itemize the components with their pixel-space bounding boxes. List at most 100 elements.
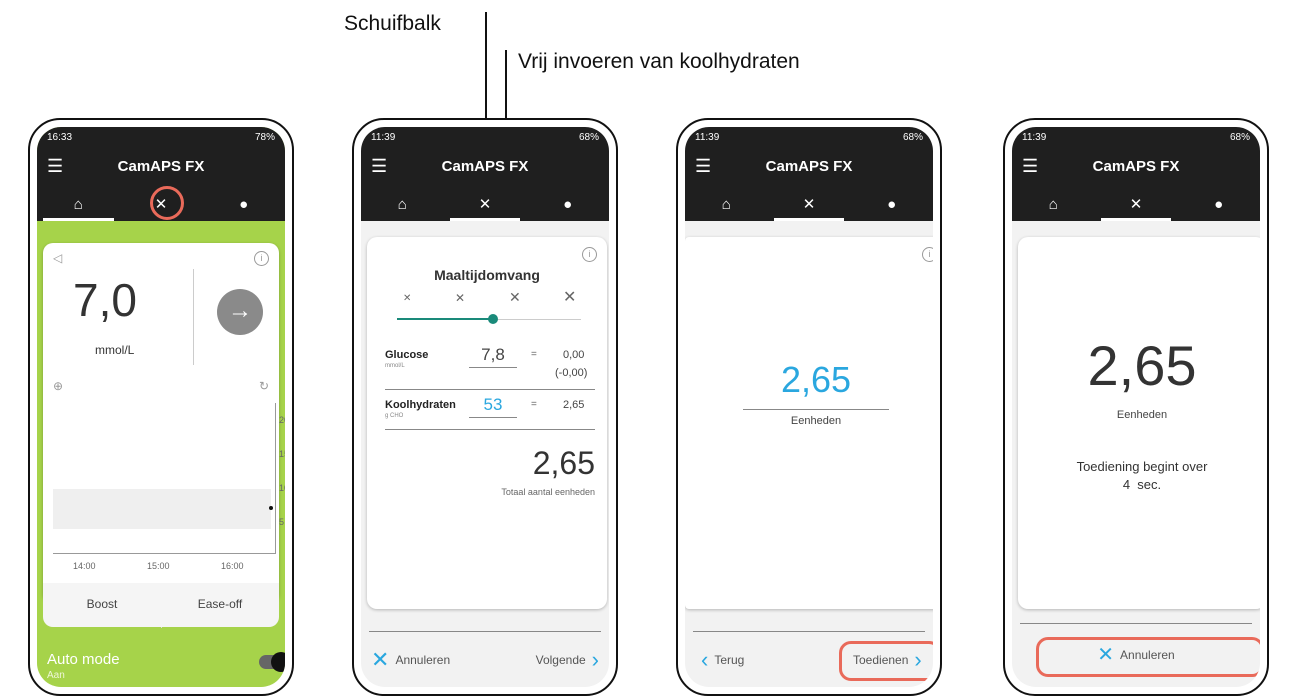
carbs-input[interactable]: 53 bbox=[471, 395, 515, 415]
glucose-input[interactable]: 7,8 bbox=[471, 345, 515, 365]
tab-meal[interactable]: ✕ bbox=[768, 187, 851, 221]
glucose-unit: mmol/L bbox=[95, 343, 135, 357]
units-label: Eenheden bbox=[1116, 409, 1168, 421]
drop-icon: ● bbox=[563, 195, 573, 213]
equals-sign: = bbox=[531, 349, 537, 360]
meal-size-m-icon[interactable]: ✕ bbox=[509, 289, 521, 306]
tab-meal[interactable]: ✕ bbox=[444, 187, 527, 221]
info-icon[interactable]: i bbox=[582, 247, 597, 262]
slider-fill bbox=[397, 318, 493, 320]
app-bar: ☰ CamAPS FX bbox=[685, 147, 933, 187]
meal-size-s-icon[interactable]: ✕ bbox=[455, 291, 465, 305]
status-bar: 11:39 68% bbox=[361, 127, 609, 147]
glucose-chart: 20 15 10 5 14:00 15:00 16:00 bbox=[53, 403, 285, 571]
fork-knife-icon: ✕ bbox=[478, 196, 492, 213]
tab-bar: ⌂ ✕ ● bbox=[361, 187, 609, 221]
tab-home[interactable]: ⌂ bbox=[361, 187, 444, 221]
target-icon[interactable]: ⊕ bbox=[53, 379, 63, 393]
y-tick: 10 bbox=[279, 483, 285, 493]
total-units-label: Totaal aantal eenheden bbox=[501, 487, 595, 497]
app-bar: ☰ CamAPS FX bbox=[37, 147, 285, 187]
divider bbox=[385, 429, 595, 430]
info-icon[interactable]: i bbox=[254, 251, 269, 266]
tab-insulin[interactable]: ● bbox=[202, 187, 285, 221]
carbs-input-underline bbox=[469, 417, 517, 418]
bolus-units: 2,65 bbox=[1087, 334, 1197, 397]
meal-size-l-icon[interactable]: ✕ bbox=[563, 287, 576, 307]
glucose-value: 7,0 bbox=[73, 274, 137, 326]
bolus-units: 2,65 bbox=[780, 359, 852, 400]
bolus-card: i Maaltijdomvang ✕ ✕ ✕ ✕ Glucose mmol/L … bbox=[367, 237, 607, 609]
chart-x-axis bbox=[53, 553, 276, 554]
phone-home: 16:33 78% ☰ CamAPS FX ⌂ ✕ ● ◁ i 7,0 mmol… bbox=[28, 118, 294, 696]
auto-mode-state: Aan bbox=[47, 670, 65, 681]
tab-insulin[interactable]: ● bbox=[1177, 187, 1260, 221]
meal-size-heading: Maaltijdomvang bbox=[434, 267, 540, 283]
divider bbox=[693, 631, 925, 632]
home-icon: ⌂ bbox=[721, 195, 731, 213]
divider bbox=[385, 389, 595, 390]
meal-tab-highlight bbox=[150, 186, 184, 220]
glucose-bolus: 0,00 bbox=[563, 349, 585, 361]
meal-size-xs-icon[interactable]: ✕ bbox=[403, 293, 411, 304]
glucose-bolus-corrected: (-0,00) bbox=[555, 367, 588, 379]
y-tick: 15 bbox=[279, 449, 285, 459]
close-icon: ✕ bbox=[371, 647, 390, 672]
action-row: Boost Ease-off bbox=[43, 583, 279, 627]
callout-free-entry: Vrij invoeren van koolhydraten bbox=[518, 50, 800, 73]
status-bar: 11:39 68% bbox=[1012, 127, 1260, 147]
chevron-right-icon: › bbox=[914, 647, 922, 672]
fork-knife-icon: ✕ bbox=[802, 196, 816, 213]
app-bar: ☰ CamAPS FX bbox=[1012, 147, 1260, 187]
callout-slider: Schuifbalk bbox=[344, 12, 441, 35]
x-tick: 14:00 bbox=[73, 561, 96, 571]
tab-insulin[interactable]: ● bbox=[850, 187, 933, 221]
tab-meal[interactable]: ✕ bbox=[1095, 187, 1178, 221]
x-tick: 16:00 bbox=[221, 561, 244, 571]
next-button[interactable]: Volgende › bbox=[536, 649, 599, 671]
tab-home[interactable]: ⌂ bbox=[1012, 187, 1095, 221]
tab-home[interactable]: ⌂ bbox=[685, 187, 768, 221]
glucose-input-underline bbox=[469, 367, 517, 368]
toggle-knob bbox=[271, 652, 285, 672]
drop-icon: ● bbox=[887, 195, 897, 213]
status-bar: 11:39 68% bbox=[685, 127, 933, 147]
trend-arrow-icon: → bbox=[217, 289, 263, 335]
equals-sign: = bbox=[531, 399, 537, 410]
units-label: Eenheden bbox=[790, 415, 842, 427]
confirm-card: i 2,65 Eenheden bbox=[685, 237, 933, 609]
sync-icon[interactable]: ↻ bbox=[259, 379, 269, 393]
tab-bar: ⌂ ✕ ● bbox=[685, 187, 933, 221]
phone-meal: 11:39 68% ☰ CamAPS FX ⌂ ✕ ● i Maaltijdom… bbox=[352, 118, 618, 696]
target-range-band bbox=[53, 489, 271, 529]
home-icon: ⌂ bbox=[73, 195, 83, 213]
phone-delivery: 11:39 68% ☰ CamAPS FX ⌂ ✕ ● 2,65 Eenhede… bbox=[1003, 118, 1269, 696]
delivery-countdown: 4 sec. bbox=[1122, 477, 1162, 492]
boost-button[interactable]: Boost bbox=[43, 597, 161, 611]
info-icon[interactable]: i bbox=[922, 247, 933, 262]
carbs-bolus: 2,65 bbox=[563, 399, 585, 411]
cancel-button[interactable]: ✕ Annuleren bbox=[1012, 645, 1260, 665]
slider-thumb[interactable] bbox=[488, 314, 498, 324]
mute-icon[interactable]: ◁ bbox=[53, 251, 62, 265]
divider bbox=[369, 631, 601, 632]
y-tick: 5 bbox=[279, 517, 285, 527]
auto-mode-toggle[interactable] bbox=[259, 652, 285, 672]
tab-insulin[interactable]: ● bbox=[526, 187, 609, 221]
app-title: CamAPS FX bbox=[441, 158, 529, 175]
fork-knife-icon: ✕ bbox=[1129, 196, 1143, 213]
carbs-label: Koolhydraten bbox=[385, 399, 456, 411]
divider bbox=[193, 269, 194, 365]
tab-home[interactable]: ⌂ bbox=[37, 187, 120, 221]
divider bbox=[1020, 623, 1252, 624]
deliver-button[interactable]: Toedienen › bbox=[853, 649, 922, 671]
y-tick: 20 bbox=[279, 415, 285, 425]
back-button[interactable]: ‹ Terug bbox=[701, 649, 744, 671]
glucose-card: ◁ i 7,0 mmol/L → ⊕ ↻ 20 15 10 5 14:00 15… bbox=[43, 243, 285, 628]
cancel-button[interactable]: ✕ Annuleren bbox=[371, 649, 450, 671]
app-bar: ☰ CamAPS FX bbox=[361, 147, 609, 187]
ease-off-button[interactable]: Ease-off bbox=[161, 597, 279, 611]
glucose-point bbox=[269, 506, 273, 510]
app-title: CamAPS FX bbox=[1092, 158, 1180, 175]
delivery-card: 2,65 Eenheden Toediening begint over 4 s… bbox=[1018, 237, 1260, 609]
